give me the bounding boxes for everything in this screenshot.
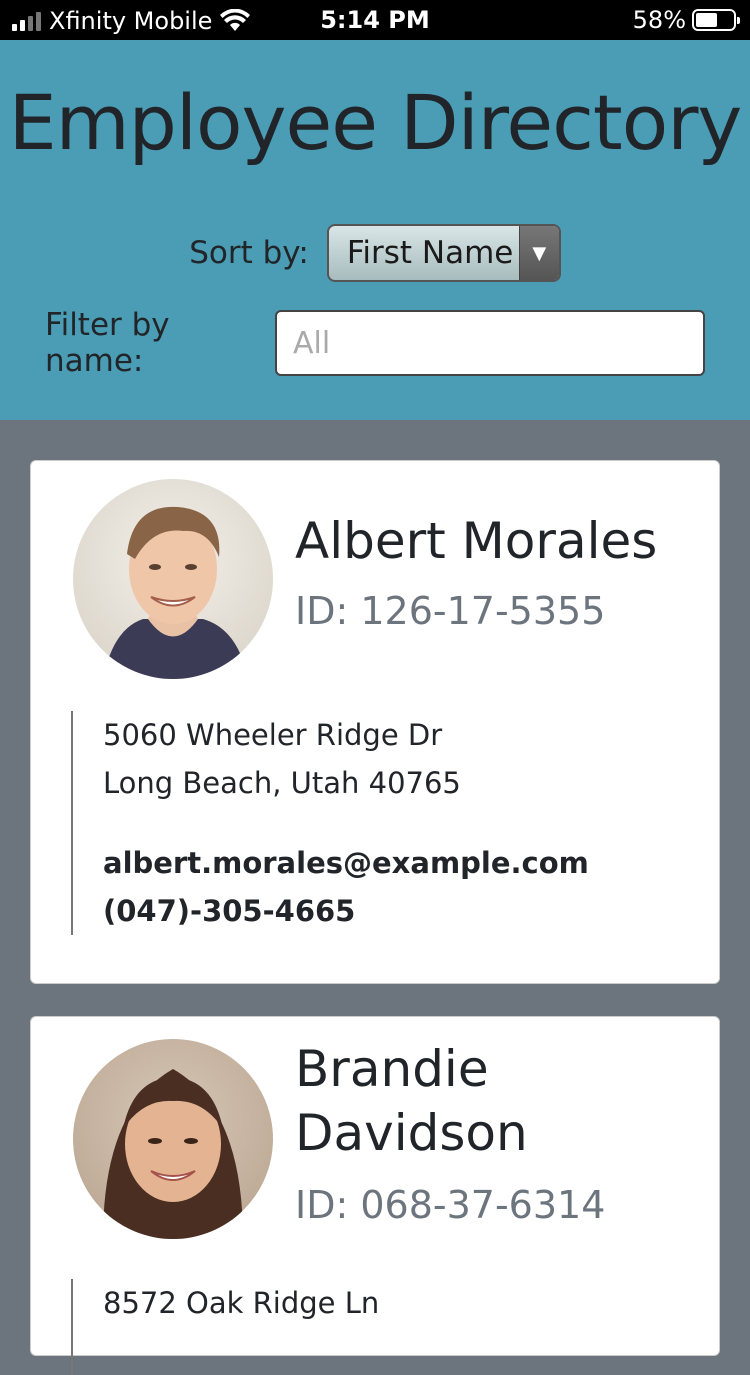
address-line1: 8572 Oak Ridge Ln [103, 1286, 380, 1320]
employee-details: 5060 Wheeler Ridge Dr Long Beach, Utah 4… [71, 711, 589, 935]
sort-label: Sort by: [189, 235, 309, 271]
avatar-photo [73, 1039, 273, 1239]
chevron-down-icon[interactable]: ▼ [518, 226, 559, 280]
address-line2 [103, 1327, 379, 1375]
employee-email[interactable]: albert.morales@example.com [103, 839, 589, 887]
battery-nub [737, 17, 740, 24]
status-right: 58% [632, 6, 740, 34]
battery-percent: 58% [632, 6, 686, 34]
status-bar: Xfinity Mobile 5:14 PM 58% [0, 0, 750, 40]
address-line1: 5060 Wheeler Ridge Dr [103, 718, 443, 752]
header: Employee Directory Sort by: First Name ▼… [0, 40, 750, 420]
battery-fill [696, 13, 717, 27]
page-title: Employee Directory [8, 78, 743, 167]
filter-input[interactable] [275, 310, 705, 376]
battery-icon [692, 9, 740, 31]
filter-label: Filter by name: [45, 307, 170, 379]
employee-name-line2: Davidson [295, 1104, 528, 1162]
employee-name-line1: Brandie [295, 1040, 489, 1098]
employee-phone[interactable]: (047)-305-4665 [103, 887, 589, 935]
employee-id: ID: 126-17-5355 [295, 589, 606, 633]
sort-row: Sort by: First Name ▼ [0, 224, 750, 282]
employee-card: Albert Morales ID: 126-17-5355 5060 Whee… [30, 460, 720, 984]
avatar [73, 1039, 273, 1239]
filter-row: Filter by name: [45, 307, 705, 379]
avatar-photo [73, 479, 273, 679]
address-line2: Long Beach, Utah 40765 [103, 766, 461, 800]
avatar [73, 479, 273, 679]
employee-card: Brandie Davidson ID: 068-37-6314 8572 Oa… [30, 1016, 720, 1375]
employee-name: Albert Morales [295, 512, 658, 570]
employee-id: ID: 068-37-6314 [295, 1183, 606, 1227]
employee-name: Brandie Davidson [295, 1037, 528, 1165]
sort-select-value: First Name [346, 235, 514, 271]
employee-details: 8572 Oak Ridge Ln [71, 1279, 379, 1375]
sort-select[interactable]: First Name ▼ [326, 224, 561, 282]
